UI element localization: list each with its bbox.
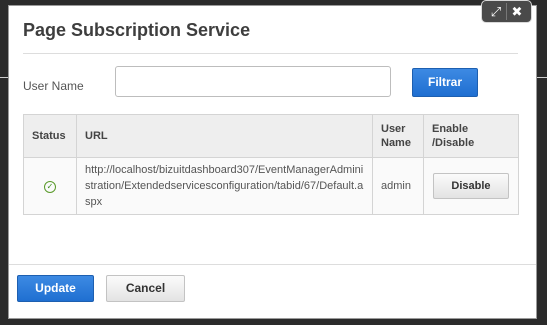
status-cell: ✓ <box>23 157 77 215</box>
modal-window-controls: ⤢ ✖ <box>481 0 532 23</box>
subscriptions-table: Status URL User Name Enable /Disable ✓ h… <box>23 114 519 215</box>
table-header-row: Status URL User Name Enable /Disable <box>23 114 519 158</box>
disable-button[interactable]: Disable <box>433 173 509 199</box>
table-row: ✓ http://localhost/bizuitdashboard307/Ev… <box>23 157 519 215</box>
title-divider <box>23 53 518 54</box>
user-name-label: User Name <box>23 79 84 93</box>
header-enable-disable: Enable /Disable <box>423 114 519 158</box>
header-user-name: User Name <box>372 114 424 158</box>
user-cell: admin <box>372 157 424 215</box>
filter-button[interactable]: Filtrar <box>412 68 478 97</box>
update-button[interactable]: Update <box>17 275 94 302</box>
expand-icon[interactable]: ⤢ <box>486 3 506 20</box>
cancel-button[interactable]: Cancel <box>106 275 185 302</box>
footer-divider <box>9 264 536 265</box>
url-cell: http://localhost/bizuitdashboard307/Even… <box>76 157 373 215</box>
modal-title: Page Subscription Service <box>23 20 251 40</box>
header-url: URL <box>76 114 373 158</box>
header-status: Status <box>23 114 77 158</box>
close-icon[interactable]: ✖ <box>506 3 527 20</box>
subscription-modal: ⤢ ✖ Page Subscription Service User Name … <box>8 0 537 319</box>
check-circle-icon: ✓ <box>44 181 56 193</box>
action-cell: Disable <box>423 157 519 215</box>
user-name-input[interactable] <box>115 66 391 97</box>
